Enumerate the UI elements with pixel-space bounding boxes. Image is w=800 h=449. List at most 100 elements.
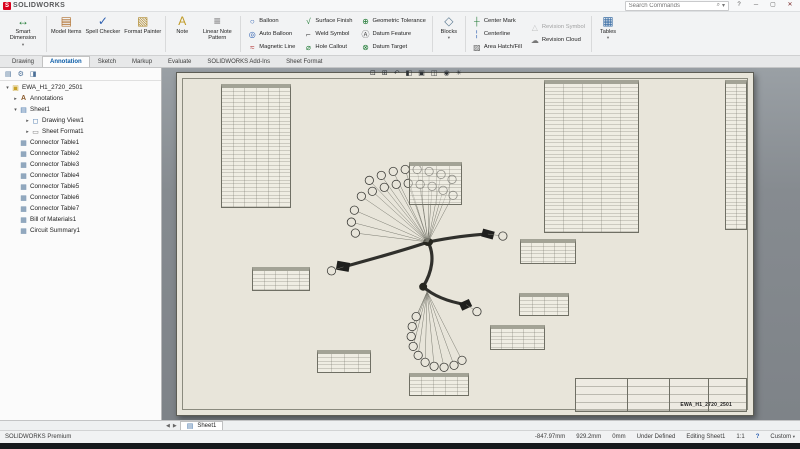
balloon[interactable] [368, 187, 376, 195]
linear-note-pattern-button[interactable]: ≡ Linear Note Pattern [196, 13, 238, 55]
collapse-icon[interactable]: ▾ [12, 107, 19, 113]
revision-symbol-button[interactable]: △ Revision Symbol [528, 22, 587, 34]
tree-item-sheet1[interactable]: ▾ ▤ Sheet1 [0, 104, 161, 115]
harness-branch-right[interactable] [428, 234, 488, 242]
propertymanager-tab-icon[interactable]: ⚙ [18, 70, 24, 78]
hole-callout-button[interactable]: ⌀ Hole Callout [301, 41, 354, 53]
collapse-icon[interactable]: ▾ [4, 85, 11, 91]
smart-dimension-button[interactable]: ↔ Smart Dimension ▾ [2, 13, 44, 55]
datum-feature-button[interactable]: Ⓐ Datum Feature [358, 28, 427, 40]
sheet-tab-sheet1[interactable]: ▤ Sheet1 [180, 421, 224, 430]
revision-cloud-button[interactable]: ☁ Revision Cloud [528, 35, 587, 47]
balloon[interactable] [347, 218, 355, 226]
expand-icon[interactable]: ▸ [24, 129, 31, 135]
balloon[interactable] [499, 232, 507, 240]
expand-icon[interactable]: ▸ [24, 118, 31, 124]
balloon[interactable] [412, 312, 420, 320]
maximize-button[interactable]: ▢ [766, 0, 780, 11]
bill-of-materials-table[interactable] [221, 84, 291, 208]
tree-item-connector-table4[interactable]: ▦ Connector Table4 [0, 170, 161, 181]
wire-list-table[interactable] [725, 80, 747, 230]
section-view-icon[interactable]: ◧ [406, 69, 413, 77]
balloon[interactable] [409, 342, 417, 350]
format-painter-button[interactable]: ▧ Format Painter [122, 13, 163, 55]
tree-item-annotations[interactable]: ▸ A Annotations [0, 93, 161, 104]
tree-item-sheet-format1[interactable]: ▸ ▭ Sheet Format1 [0, 126, 161, 137]
tab-drawing[interactable]: Drawing [4, 56, 42, 67]
units-dropdown[interactable]: Custom ▾ [770, 434, 795, 440]
balloon[interactable] [392, 180, 400, 188]
sheet-nav-left-icon[interactable]: ◀ [166, 423, 170, 429]
balloon[interactable] [407, 332, 415, 340]
geometric-tolerance-button[interactable]: ⊕ Geometric Tolerance [358, 15, 427, 27]
search-icon[interactable]: ⌕ [717, 2, 720, 9]
balloon[interactable] [350, 206, 358, 214]
center-mark-button[interactable]: ┼ Center Mark [470, 15, 524, 27]
expand-icon[interactable]: ▸ [12, 96, 19, 102]
blocks-button[interactable]: ◇ Blocks ▾ [435, 13, 463, 55]
connector-table-7[interactable] [317, 350, 371, 373]
tree-item-root[interactable]: ▾ ▣ EWA_H1_2720_2501 [0, 82, 161, 93]
display-style-icon[interactable]: ◫ [431, 69, 438, 77]
harness-junction-lower[interactable] [419, 283, 427, 291]
connector-table-1[interactable] [409, 162, 462, 205]
model-items-button[interactable]: ▤ Model Items [49, 13, 83, 55]
balloon[interactable] [408, 322, 416, 330]
help-icon[interactable]: ? [756, 434, 760, 440]
tree-item-connector-table6[interactable]: ▦ Connector Table6 [0, 192, 161, 203]
tree-item-circuit-summary1[interactable]: ▦ Circuit Summary1 [0, 225, 161, 236]
balloon-button[interactable]: ○ Balloon [245, 15, 297, 27]
balloon[interactable] [450, 361, 458, 369]
title-block[interactable]: EWA_H1_2720_2501 [575, 378, 747, 412]
datum-target-button[interactable]: ⊗ Datum Target [358, 41, 427, 53]
spell-checker-button[interactable]: ✓ Spell Checker [83, 13, 122, 55]
zoom-area-icon[interactable]: ⊞ [382, 69, 388, 77]
search-input[interactable] [629, 3, 715, 9]
tree-item-connector-table7[interactable]: ▦ Connector Table7 [0, 203, 161, 214]
magnetic-line-button[interactable]: ≈ Magnetic Line [245, 41, 297, 53]
connector-table-2[interactable] [252, 267, 310, 291]
balloon[interactable] [327, 267, 335, 275]
balloon[interactable] [365, 176, 373, 184]
tree-item-connector-table5[interactable]: ▦ Connector Table5 [0, 181, 161, 192]
area-hatch-fill-button[interactable]: ▨ Area Hatch/Fill [470, 41, 524, 53]
weld-symbol-button[interactable]: ⌐ Weld Symbol [301, 28, 354, 40]
auto-balloon-button[interactable]: ◎ Auto Balloon [245, 28, 297, 40]
connector-table-3[interactable] [520, 239, 576, 264]
balloon[interactable] [389, 167, 397, 175]
surface-finish-button[interactable]: √ Surface Finish [301, 15, 354, 27]
tab-annotation[interactable]: Annotation [42, 56, 90, 67]
connector-table-5[interactable] [490, 325, 545, 350]
drawing-sheet[interactable]: EWA_H1_2720_2501 [176, 72, 754, 416]
harness-branch-left[interactable] [343, 242, 428, 267]
tab-evaluate[interactable]: Evaluate [160, 56, 199, 67]
previous-view-icon[interactable]: ↶ [394, 69, 400, 77]
help-icon[interactable]: ? [732, 0, 746, 11]
balloon[interactable] [473, 307, 481, 315]
edit-appearance-icon[interactable]: ☀ [456, 69, 462, 77]
tree-item-connector-table1[interactable]: ▦ Connector Table1 [0, 137, 161, 148]
balloon[interactable] [458, 356, 466, 364]
harness-trunk[interactable] [423, 242, 432, 287]
sheet-nav-right-icon[interactable]: ▶ [173, 423, 177, 429]
displaymanager-tab-icon[interactable]: ◨ [30, 70, 37, 78]
view-orientation-icon[interactable]: ▣ [418, 69, 425, 77]
balloon[interactable] [351, 229, 359, 237]
featuremanager-tree-tab-icon[interactable]: ▤ [5, 70, 12, 78]
tree-item-bill-of-materials1[interactable]: ▦ Bill of Materials1 [0, 214, 161, 225]
connector-table-4[interactable] [519, 293, 569, 316]
tab-markup[interactable]: Markup [124, 56, 160, 67]
hide-show-items-icon[interactable]: ◉ [444, 69, 450, 77]
balloon[interactable] [440, 363, 448, 371]
balloon[interactable] [421, 358, 429, 366]
tree-item-drawing-view1[interactable]: ▸ ◻ Drawing View1 [0, 115, 161, 126]
tab-sheet-format[interactable]: Sheet Format [278, 56, 330, 67]
close-button[interactable]: ✕ [783, 0, 797, 11]
centerline-button[interactable]: ╎ Centerline [470, 28, 524, 40]
balloon[interactable] [430, 362, 438, 370]
tree-item-connector-table2[interactable]: ▦ Connector Table2 [0, 148, 161, 159]
zoom-fit-icon[interactable]: ⊡ [370, 69, 376, 77]
tab-solidworks-add-ins[interactable]: SOLIDWORKS Add-Ins [199, 56, 278, 67]
connector-table-6[interactable] [409, 373, 469, 396]
tab-sketch[interactable]: Sketch [90, 56, 124, 67]
